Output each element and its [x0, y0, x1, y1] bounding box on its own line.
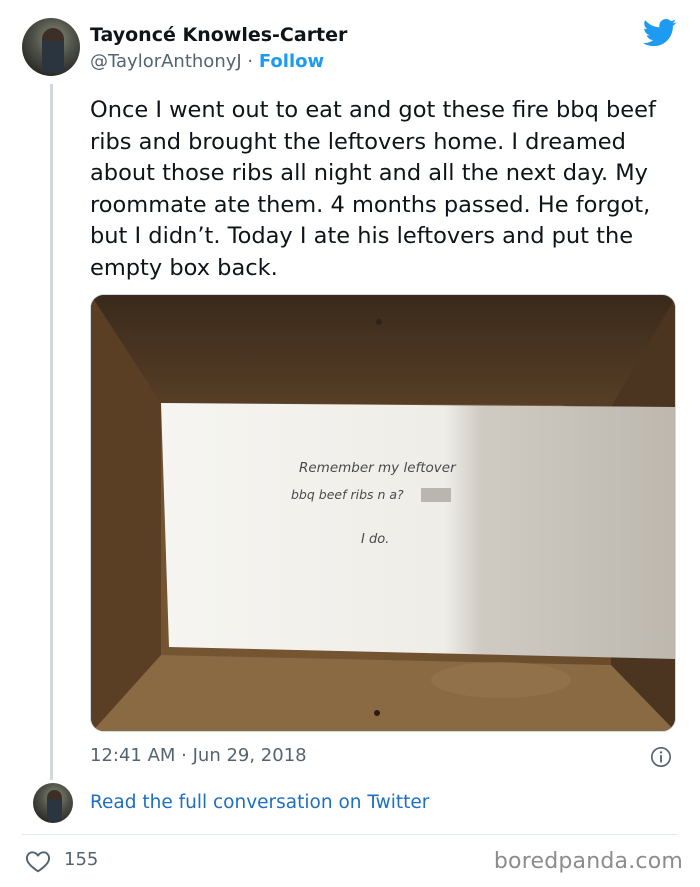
follow-button[interactable]: Follow — [259, 51, 324, 72]
read-conversation-link[interactable]: Read the full conversation on Twitter — [90, 792, 429, 813]
author-meta: @TaylorAnthonyJ · Follow — [90, 51, 324, 72]
censor-block — [421, 488, 451, 502]
source-watermark: boredpanda.com — [493, 849, 683, 874]
meta-separator: · — [241, 51, 259, 72]
footer-divider — [22, 834, 678, 835]
tweet-photo[interactable]: Remember my leftover bbq beef ribs n a? … — [90, 294, 676, 732]
tweet-text: Once I went out to eat and got these fir… — [90, 97, 656, 281]
author-name[interactable]: Tayoncé Knowles-Carter — [90, 24, 347, 46]
note-line-2: bbq beef ribs n a? — [291, 487, 404, 502]
note-line-1: Remember my leftover — [299, 460, 457, 476]
photo-box-scene: Remember my leftover bbq beef ribs n a? … — [91, 295, 675, 731]
author-avatar[interactable] — [22, 18, 80, 76]
note-line-3: I do. — [361, 532, 389, 547]
tweet-timestamp[interactable]: 12:41 AM · Jun 29, 2018 — [90, 745, 307, 766]
like-count: 155 — [64, 849, 99, 870]
avatar-figure — [42, 28, 64, 72]
thread-line — [50, 84, 53, 780]
twitter-bird-icon[interactable] — [643, 18, 677, 48]
reply-avatar-figure — [47, 790, 62, 821]
reply-avatar[interactable] — [33, 783, 73, 823]
info-icon[interactable] — [650, 746, 672, 768]
author-handle[interactable]: @TaylorAnthonyJ — [90, 51, 242, 72]
heart-icon[interactable] — [25, 849, 51, 873]
tweet-card: Tayoncé Knowles-Carter @TaylorAnthonyJ ·… — [0, 0, 700, 887]
handwritten-note — [161, 403, 675, 659]
